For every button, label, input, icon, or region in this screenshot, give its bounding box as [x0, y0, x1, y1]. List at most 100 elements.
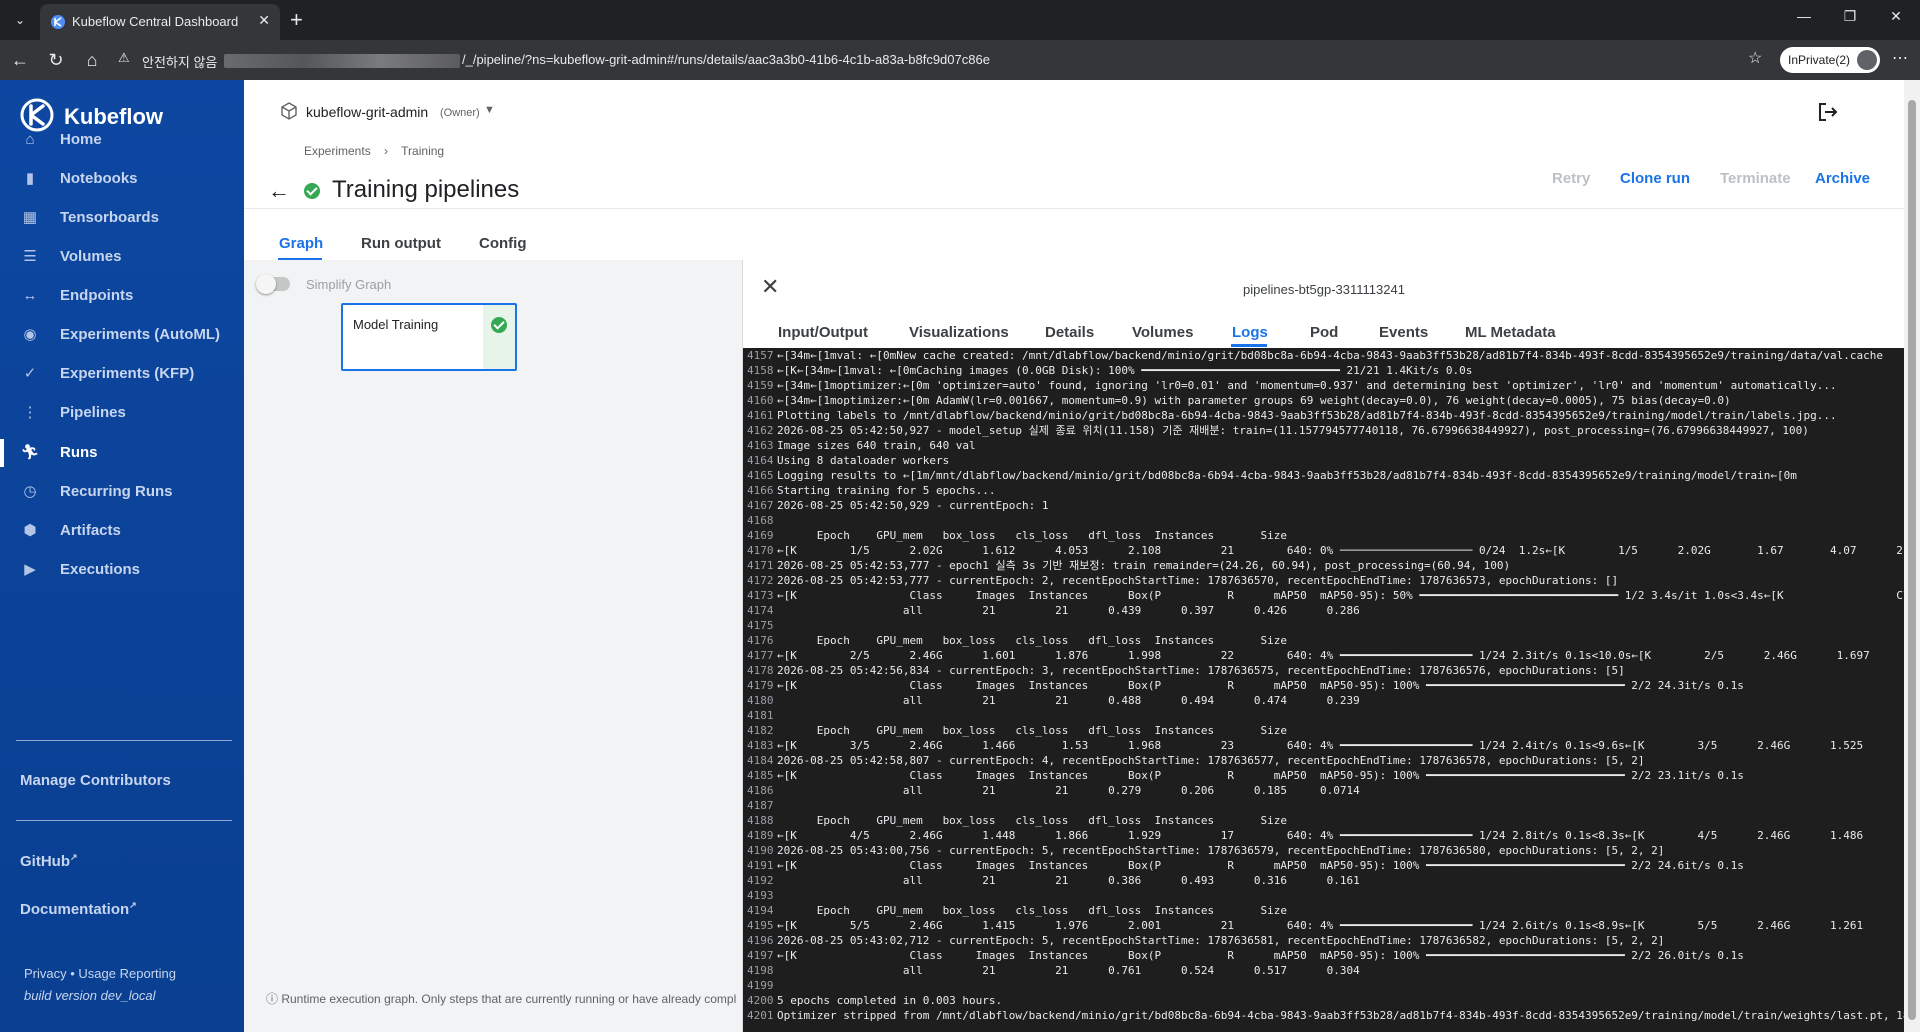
namespace-cube-icon — [281, 102, 297, 120]
back-icon[interactable]: ← — [8, 49, 32, 71]
sidebar-item-experiments-automl[interactable]: ◉ Experiments (AutoML) — [0, 315, 244, 355]
log-line: 4196 2026-08-25 05:43:02,712 - currentEpo… — [743, 933, 1905, 948]
sidebar-item-label: Runs — [60, 444, 98, 461]
sidebar-divider — [16, 820, 232, 821]
simplify-graph-toggle[interactable] — [256, 274, 290, 294]
tab-pod[interactable]: Pod — [1310, 324, 1338, 341]
log-line: 4187 — [743, 798, 1905, 813]
log-line-number: 4197 — [747, 949, 774, 962]
terminate-button[interactable]: Terminate — [1720, 170, 1791, 187]
log-line-number: 4193 — [747, 889, 774, 902]
active-tab-indicator — [1231, 344, 1267, 347]
sidebar-item-label: Notebooks — [60, 170, 138, 187]
sidebar-item-volumes[interactable]: ☰ Volumes — [0, 237, 244, 277]
log-viewer[interactable]: 4157 ←[34m←[1mval: ←[0mNew cache created:… — [743, 348, 1905, 1032]
redacted-host — [224, 54, 460, 68]
page-scrollbar[interactable] — [1904, 80, 1920, 1032]
more-menu-icon[interactable]: ⋯ — [1892, 48, 1908, 68]
success-check-icon — [491, 317, 507, 333]
tab-graph[interactable]: Graph — [279, 235, 323, 252]
log-line-number: 4170 — [747, 544, 774, 557]
kubeflow-favicon-icon — [51, 15, 65, 29]
log-line: 4180 all 21 21 0.488 0.494 0.474 0.239 — [743, 693, 1905, 708]
artifact-icon: ⬢ — [23, 522, 37, 539]
log-line: 4174 all 21 21 0.439 0.397 0.426 0.286 — [743, 603, 1905, 618]
usage-reporting-link[interactable]: Usage Reporting — [78, 966, 176, 981]
log-line: 4197 ←[K Class Images Instances Box(P R m… — [743, 948, 1905, 963]
tab-run-output[interactable]: Run output — [361, 235, 441, 252]
log-line: 4190 2026-08-25 05:43:00,756 - currentEpo… — [743, 843, 1905, 858]
log-line-text: ←[K Class Images Instances Box(P R mAP50… — [777, 949, 1744, 962]
tab-events[interactable]: Events — [1379, 324, 1428, 341]
tab-visualizations[interactable]: Visualizations — [909, 324, 1009, 341]
log-line-text: 2026-08-25 05:42:53,777 - epoch1 실측 3s 기… — [777, 559, 1511, 572]
log-line: 4165 Logging results to ←[1m/mnt/dlabflow… — [743, 468, 1905, 483]
log-line-text: ←[K Class Images Instances Box(P R mAP50… — [777, 679, 1744, 692]
log-line: 4195 ←[K 5/5 2.46G 1.415 1.976 2.001 21 6… — [743, 918, 1905, 933]
namespace-selector[interactable]: kubeflow-grit-admin — [306, 104, 428, 120]
favorite-star-icon[interactable]: ☆ — [1748, 48, 1762, 68]
github-link[interactable]: GitHub↗ — [20, 852, 78, 870]
log-line: 4163 Image sizes 640 train, 640 val — [743, 438, 1905, 453]
sidebar-item-runs[interactable]: 🏃︎ Runs — [0, 433, 244, 473]
browser-tab[interactable]: Kubeflow Central Dashboard ✕ — [40, 4, 280, 40]
back-arrow-icon[interactable]: ← — [268, 178, 290, 204]
scrollbar-thumb[interactable] — [1908, 100, 1916, 1020]
graph-node-model-training[interactable]: Model Training — [341, 303, 517, 371]
log-line-text: ←[K 4/5 2.46G 1.448 1.866 1.929 17 640: … — [777, 829, 1905, 842]
sidebar-item-label: Tensorboards — [60, 209, 159, 226]
breadcrumb-experiments[interactable]: Experiments — [304, 144, 371, 158]
retry-button[interactable]: Retry — [1552, 170, 1590, 187]
log-line-number: 4172 — [747, 574, 774, 587]
reload-icon[interactable]: ↻ — [44, 49, 68, 71]
tab-logs[interactable]: Logs — [1232, 324, 1268, 341]
profile-avatar — [1857, 50, 1877, 70]
log-line: 4158 ←[K←[34m←[1mval: ←[0mCaching images … — [743, 363, 1905, 378]
log-line: 4166 Starting training for 5 epochs... — [743, 483, 1905, 498]
home-browser-icon[interactable]: ⌂ — [80, 49, 104, 71]
sidebar-item-notebooks[interactable]: ▮ Notebooks — [0, 159, 244, 199]
tab-close-icon[interactable]: ✕ — [258, 12, 270, 29]
sidebar-item-recurring-runs[interactable]: ◷ Recurring Runs — [0, 472, 244, 512]
sidebar-item-home[interactable]: ⌂ Home — [0, 120, 244, 160]
minimize-icon[interactable]: — — [1784, 8, 1824, 24]
log-line-number: 4168 — [747, 514, 774, 527]
sidebar-item-tensorboards[interactable]: ▦ Tensorboards — [0, 198, 244, 238]
tab-config[interactable]: Config — [479, 235, 526, 252]
log-line-number: 4166 — [747, 484, 774, 497]
log-line-text: ←[K←[34m←[1mval: ←[0mCaching images (0.0… — [777, 364, 1473, 377]
tab-list-menu-icon[interactable]: ⌄ — [8, 10, 32, 30]
kfp-icon: ✓ — [23, 365, 37, 382]
window-close-icon[interactable]: ✕ — [1876, 8, 1916, 25]
tab-volumes[interactable]: Volumes — [1132, 324, 1193, 341]
log-line-number: 4165 — [747, 469, 774, 482]
log-line-text: ←[K 1/5 2.02G 1.612 4.053 2.108 21 640: … — [777, 544, 1905, 557]
tab-input-output[interactable]: Input/Output — [778, 324, 868, 341]
archive-button[interactable]: Archive — [1815, 170, 1870, 187]
node-label: Model Training — [353, 317, 439, 332]
privacy-link[interactable]: Privacy — [24, 966, 67, 981]
sidebar-item-endpoints[interactable]: ↔ Endpoints — [0, 276, 244, 316]
log-line: 4177 ←[K 2/5 2.46G 1.601 1.876 1.998 22 6… — [743, 648, 1905, 663]
restore-icon[interactable]: ❐ — [1830, 8, 1870, 25]
clone-run-button[interactable]: Clone run — [1620, 170, 1690, 187]
log-line-number: 4177 — [747, 649, 774, 662]
documentation-link[interactable]: Documentation↗ — [20, 900, 137, 918]
sidebar-item-experiments-kfp[interactable]: ✓ Experiments (KFP) — [0, 354, 244, 394]
tab-details[interactable]: Details — [1045, 324, 1094, 341]
inprivate-profile-button[interactable]: InPrivate(2) — [1780, 47, 1880, 73]
tab-ml-metadata[interactable]: ML Metadata — [1465, 324, 1556, 341]
log-line: 4193 — [743, 888, 1905, 903]
warning-icon[interactable]: ⚠ — [118, 50, 130, 66]
url-field[interactable]: ⚠ 안전하지 않음 /_/pipeline/?ns=kubeflow-grit-… — [112, 46, 1772, 74]
graph-canvas: Simplify Graph Model Training ⓘ Runtime … — [244, 260, 742, 1032]
new-tab-icon[interactable]: + — [290, 8, 303, 32]
log-line: 4185 ←[K Class Images Instances Box(P R m… — [743, 768, 1905, 783]
sidebar-item-executions[interactable]: ▶ Executions — [0, 550, 244, 590]
sidebar-item-artifacts[interactable]: ⬢ Artifacts — [0, 511, 244, 551]
breadcrumb-training[interactable]: Training — [401, 144, 444, 158]
sidebar-item-pipelines[interactable]: ⋮ Pipelines — [0, 393, 244, 433]
logout-icon[interactable] — [1816, 100, 1840, 124]
chevron-down-icon[interactable]: ▼ — [484, 104, 495, 116]
manage-contributors-link[interactable]: Manage Contributors — [20, 772, 171, 789]
